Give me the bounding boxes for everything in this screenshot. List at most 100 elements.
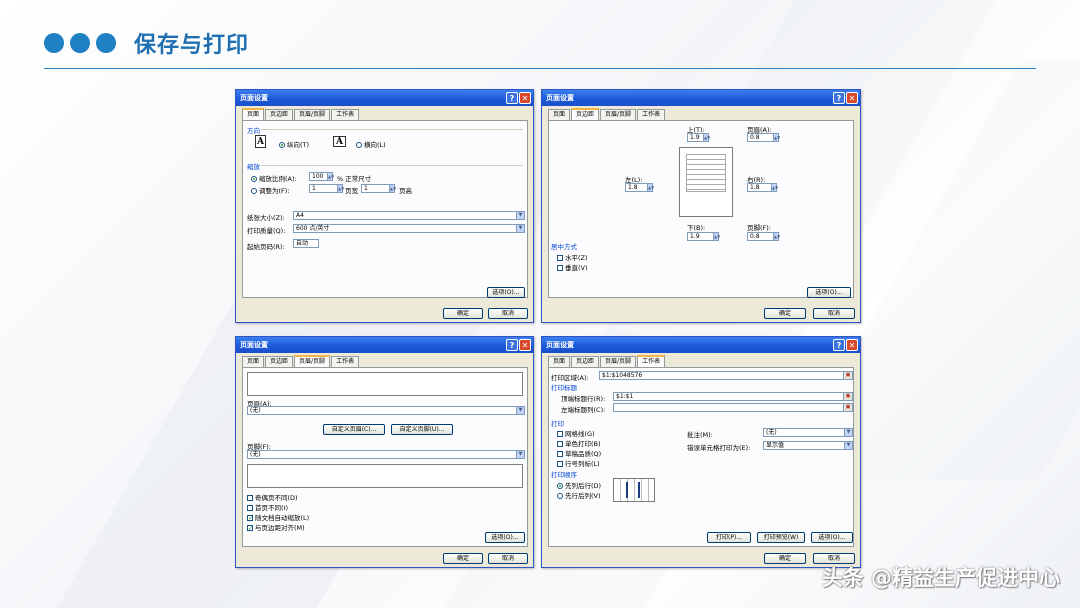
first-page-label: 起始页码(R): bbox=[247, 243, 285, 251]
print-area-label: 打印区域(A): bbox=[551, 374, 589, 382]
first-page-input[interactable]: 自动 bbox=[293, 239, 319, 248]
tab-margins[interactable]: 页边距 bbox=[265, 109, 294, 120]
dot bbox=[70, 33, 90, 53]
custom-footer-button[interactable]: 自定义页脚(U)... bbox=[391, 424, 453, 435]
align-margins-checkbox[interactable]: ✓ 与页边距对齐(M) bbox=[247, 522, 305, 532]
black-white-checkbox[interactable]: 单色打印(B) bbox=[557, 438, 601, 448]
chevron-down-icon[interactable]: ▼ bbox=[516, 212, 524, 219]
options-button[interactable]: 选项(O)... bbox=[485, 532, 525, 543]
ok-button[interactable]: 确定 bbox=[764, 308, 806, 319]
errors-select[interactable]: 显示值 ▼ bbox=[763, 441, 853, 450]
tab-margins[interactable]: 页边距 bbox=[571, 356, 600, 367]
right-margin-value: 1.8 bbox=[750, 184, 760, 191]
close-icon[interactable]: ✕ bbox=[519, 92, 531, 104]
options-button[interactable]: 选项(O)... bbox=[811, 532, 853, 543]
odd-even-checkbox[interactable]: 奇偶页不同(D) bbox=[247, 492, 298, 502]
print-preview-button[interactable]: 打印预览(W) bbox=[757, 532, 805, 543]
tab-sheet[interactable]: 工作表 bbox=[637, 109, 666, 120]
fit-wide-input[interactable]: 1 ▲▼ bbox=[309, 184, 344, 193]
center-horizontal-checkbox[interactable]: 水平(Z) bbox=[557, 252, 588, 262]
spinner-icon[interactable]: ▲▼ bbox=[773, 134, 780, 141]
tab-page[interactable]: 页面 bbox=[242, 108, 265, 120]
cancel-button[interactable]: 取消 bbox=[813, 308, 855, 319]
fit-radio[interactable]: 调整为(F): bbox=[251, 185, 290, 195]
options-button[interactable]: 选项(O)... bbox=[807, 287, 851, 298]
scale-with-doc-checkbox[interactable]: ✓ 随文档自动缩放(L) bbox=[247, 512, 309, 522]
print-area-input[interactable]: $1:$1048576 ▣ bbox=[599, 371, 853, 380]
header-select[interactable]: (无) ▼ bbox=[247, 406, 525, 415]
tab-header-footer[interactable]: 页眉/页脚 bbox=[294, 355, 331, 367]
help-icon[interactable]: ? bbox=[833, 339, 845, 351]
ok-button[interactable]: 确定 bbox=[443, 553, 483, 564]
draft-checkbox[interactable]: 草稿品质(Q) bbox=[557, 448, 601, 458]
tab-sheet[interactable]: 工作表 bbox=[331, 109, 360, 120]
spinner-icon[interactable]: ▲▼ bbox=[327, 173, 334, 180]
top-margin-input[interactable]: 1.9 ▲▼ bbox=[687, 133, 710, 142]
custom-header-button[interactable]: 自定义页眉(C)... bbox=[323, 424, 385, 435]
print-button[interactable]: 打印(P)... bbox=[707, 532, 751, 543]
tab-header-footer[interactable]: 页眉/页脚 bbox=[600, 356, 637, 367]
print-quality-select[interactable]: 600 点/英寸 ▼ bbox=[293, 224, 525, 233]
tab-page[interactable]: 页面 bbox=[548, 356, 571, 367]
ok-button[interactable]: 确定 bbox=[443, 308, 483, 319]
bottom-margin-input[interactable]: 1.9 ▲▼ bbox=[687, 232, 720, 241]
center-vertical-checkbox[interactable]: 垂直(V) bbox=[557, 262, 588, 272]
footer-margin-input[interactable]: 0.8 ▲▼ bbox=[747, 232, 780, 241]
ok-button[interactable]: 确定 bbox=[764, 553, 806, 564]
close-icon[interactable]: ✕ bbox=[846, 92, 858, 104]
dialog-titlebar: 页面设置 ? ✕ bbox=[542, 337, 860, 353]
tab-page[interactable]: 页面 bbox=[242, 356, 265, 367]
comments-label: 批注(M): bbox=[687, 431, 713, 439]
range-picker-icon[interactable]: ▣ bbox=[843, 393, 852, 400]
chevron-down-icon[interactable]: ▼ bbox=[844, 429, 852, 436]
tab-margins[interactable]: 页边距 bbox=[571, 108, 600, 120]
cancel-button[interactable]: 取消 bbox=[488, 553, 528, 564]
comments-select[interactable]: (无) ▼ bbox=[763, 428, 853, 437]
spinner-icon[interactable]: ▲▼ bbox=[773, 233, 780, 240]
chevron-down-icon[interactable]: ▼ bbox=[844, 442, 852, 449]
paper-size-select[interactable]: A4 ▼ bbox=[293, 211, 525, 220]
left-margin-input[interactable]: 1.8 ▲▼ bbox=[625, 183, 654, 192]
tab-sheet[interactable]: 工作表 bbox=[637, 355, 666, 367]
chevron-down-icon[interactable]: ▼ bbox=[516, 451, 524, 458]
chevron-down-icon[interactable]: ▼ bbox=[516, 407, 524, 414]
down-then-over-radio[interactable]: 先列后行(D) bbox=[557, 480, 601, 490]
footer-select[interactable]: (无) ▼ bbox=[247, 450, 525, 459]
tab-sheet[interactable]: 工作表 bbox=[331, 356, 360, 367]
gridlines-checkbox[interactable]: 网格线(G) bbox=[557, 428, 595, 438]
fit-tall-input[interactable]: 1 ▲▼ bbox=[361, 184, 396, 193]
help-icon[interactable]: ? bbox=[833, 92, 845, 104]
tab-margins[interactable]: 页边距 bbox=[265, 356, 294, 367]
cancel-button[interactable]: 取消 bbox=[488, 308, 528, 319]
header-margin-input[interactable]: 0.8 ▲▼ bbox=[747, 133, 780, 142]
tab-header-footer[interactable]: 页眉/页脚 bbox=[600, 109, 637, 120]
options-button[interactable]: 选项(O)... bbox=[487, 287, 525, 298]
cols-repeat-input[interactable]: ▣ bbox=[613, 403, 853, 412]
right-margin-input[interactable]: 1.8 ▲▼ bbox=[747, 183, 778, 192]
rows-repeat-input[interactable]: $1:$1 ▣ bbox=[613, 392, 853, 401]
spinner-icon[interactable]: ▲▼ bbox=[337, 185, 344, 192]
close-icon[interactable]: ✕ bbox=[519, 339, 531, 351]
scale-input[interactable]: 100 ▲▼ bbox=[309, 172, 334, 181]
range-picker-icon[interactable]: ▣ bbox=[843, 404, 852, 411]
over-then-down-radio[interactable]: 先行后列(V) bbox=[557, 490, 601, 500]
range-picker-icon[interactable]: ▣ bbox=[843, 372, 852, 379]
first-page-diff-checkbox[interactable]: 首页不同(I) bbox=[247, 502, 288, 512]
help-icon[interactable]: ? bbox=[506, 92, 518, 104]
close-icon[interactable]: ✕ bbox=[846, 339, 858, 351]
dialog-title: 页面设置 bbox=[240, 94, 268, 102]
tab-page[interactable]: 页面 bbox=[548, 109, 571, 120]
spinner-icon[interactable]: ▲▼ bbox=[647, 184, 654, 191]
portrait-radio[interactable]: 纵向(T) bbox=[279, 139, 309, 149]
spinner-icon[interactable]: ▲▼ bbox=[703, 134, 710, 141]
spinner-icon[interactable]: ▲▼ bbox=[389, 185, 396, 192]
scale-radio[interactable]: 缩放比例(A): bbox=[251, 173, 297, 183]
help-icon[interactable]: ? bbox=[506, 339, 518, 351]
tab-panel: 打印区域(A): $1:$1048576 ▣ 打印标题 顶端标题行(R): $1:… bbox=[548, 367, 854, 547]
tab-header-footer[interactable]: 页眉/页脚 bbox=[294, 109, 331, 120]
spinner-icon[interactable]: ▲▼ bbox=[771, 184, 778, 191]
row-col-headings-checkbox[interactable]: 行号列标(L) bbox=[557, 458, 600, 468]
spinner-icon[interactable]: ▲▼ bbox=[713, 233, 720, 240]
chevron-down-icon[interactable]: ▼ bbox=[516, 225, 524, 232]
landscape-radio[interactable]: 横向(L) bbox=[356, 139, 386, 149]
